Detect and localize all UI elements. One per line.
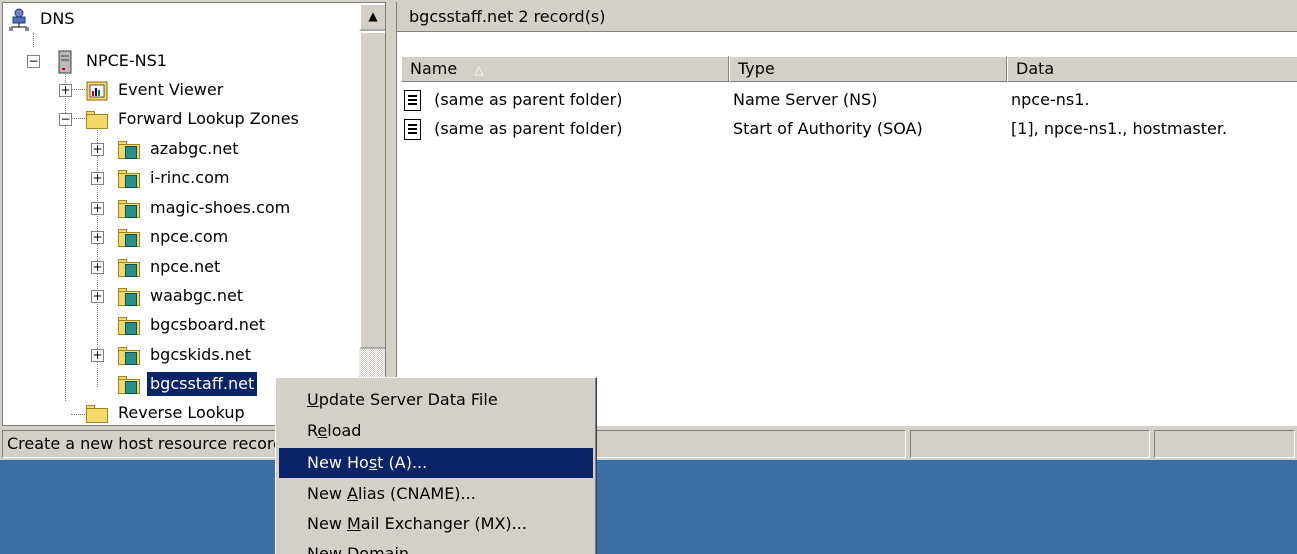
record-name: (same as parent folder) xyxy=(434,119,623,138)
tree-item-label: Event Viewer xyxy=(118,80,224,99)
zone-icon xyxy=(117,285,141,307)
expand-zone-button[interactable]: + xyxy=(91,143,104,156)
tree-item-zone[interactable]: npce.com xyxy=(117,223,231,251)
folder-icon xyxy=(85,402,109,424)
column-header-label: Type xyxy=(738,59,775,78)
tree-item-zone[interactable]: i-rinc.com xyxy=(117,164,232,192)
server-icon xyxy=(53,50,77,74)
tree-item-label: bgcsboard.net xyxy=(150,315,265,334)
record-data: [1], npce-ns1., hostmaster. xyxy=(1011,119,1228,138)
tree-item-reverse-lookup-zones[interactable]: Reverse Lookup xyxy=(85,399,248,425)
list-item[interactable]: (same as parent folder) Start of Authori… xyxy=(403,115,1293,143)
tree-item-label: bgcskids.net xyxy=(150,345,251,364)
tree-item-label: bgcsstaff.net xyxy=(145,371,259,397)
menu-item-new-host[interactable]: New Host (A)... xyxy=(279,448,593,478)
column-header-label: Name xyxy=(410,59,458,78)
console-tree[interactable]: DNS − NPCE-NS1 + Event Viewer − Forward … xyxy=(2,2,386,426)
column-header-type[interactable]: Type xyxy=(729,56,1007,82)
context-menu: Update Server Data File Reload New Host … xyxy=(275,377,597,554)
expand-zone-button[interactable]: + xyxy=(91,202,104,215)
menu-item-new-mail-exchanger[interactable]: New Mail Exchanger (MX)... xyxy=(279,509,593,539)
tree-item-label: NPCE-NS1 xyxy=(86,51,167,70)
expand-zone-button[interactable]: + xyxy=(91,172,104,185)
tree-item-zone[interactable]: npce.net xyxy=(117,253,223,281)
status-panel xyxy=(1154,430,1295,458)
zone-icon xyxy=(117,167,141,189)
tree-item-label: Reverse Lookup xyxy=(118,403,245,422)
dns-icon xyxy=(7,8,31,31)
column-header-label: Data xyxy=(1016,59,1055,78)
scroll-thumb[interactable] xyxy=(359,31,385,349)
tree-item-label: DNS xyxy=(40,9,75,28)
status-bar: Create a new host resource record. xyxy=(0,428,1297,460)
expand-zone-button[interactable]: + xyxy=(91,231,104,244)
dns-manager-window: DNS − NPCE-NS1 + Event Viewer − Forward … xyxy=(0,0,1297,460)
collapse-forward-zones-button[interactable]: − xyxy=(59,113,72,126)
zone-icon xyxy=(117,314,141,336)
sort-ascending-icon: △ xyxy=(474,63,484,77)
tree-item-label: i-rinc.com xyxy=(150,168,230,187)
column-header-data[interactable]: Data xyxy=(1007,56,1297,82)
tree-item-label: Forward Lookup Zones xyxy=(118,109,299,128)
folder-icon xyxy=(85,108,109,130)
expand-event-viewer-button[interactable]: + xyxy=(59,84,72,97)
column-header-name[interactable]: Name △ xyxy=(401,56,729,82)
details-pane: bgcsstaff.net 2 record(s) Name △ Type Da… xyxy=(396,2,1297,426)
tree-item-zone[interactable]: waabgc.net xyxy=(117,282,246,310)
scroll-up-button[interactable]: ▲ xyxy=(359,3,385,31)
tree-item-forward-lookup-zones[interactable]: Forward Lookup Zones xyxy=(85,105,302,133)
menu-item-update-server-data-file[interactable]: Update Server Data File xyxy=(279,385,593,415)
tree-item-zone[interactable]: azabgc.net xyxy=(117,135,241,163)
expand-zone-button[interactable]: + xyxy=(91,261,104,274)
zone-icon xyxy=(117,256,141,278)
record-name: (same as parent folder) xyxy=(434,90,623,109)
menu-item-new-domain[interactable]: New Domain xyxy=(279,539,593,554)
tree-item-label: npce.net xyxy=(150,257,221,276)
record-data: npce-ns1. xyxy=(1011,90,1090,109)
zone-icon xyxy=(117,344,141,366)
zone-icon xyxy=(117,138,141,160)
tree-item-label: waabgc.net xyxy=(150,286,244,305)
collapse-server-button[interactable]: − xyxy=(27,55,40,68)
tree-item-label: magic-shoes.com xyxy=(150,198,291,217)
status-panel xyxy=(910,430,1150,458)
tree-item-label: npce.com xyxy=(150,227,229,246)
tree-item-zone[interactable]: magic-shoes.com xyxy=(117,194,293,222)
expand-zone-button[interactable]: + xyxy=(91,349,104,362)
tree-item-dns[interactable]: DNS xyxy=(7,5,77,33)
tree-item-zone[interactable]: bgcskids.net xyxy=(117,341,254,369)
record-type: Start of Authority (SOA) xyxy=(733,119,923,138)
tree-item-zone[interactable]: bgcsboard.net xyxy=(117,311,268,339)
record-icon xyxy=(403,89,423,113)
details-header: bgcsstaff.net 2 record(s) xyxy=(397,2,1297,32)
zone-icon xyxy=(117,226,141,248)
event-viewer-icon xyxy=(85,79,109,101)
record-icon xyxy=(403,118,423,142)
menu-item-reload[interactable]: Reload xyxy=(279,416,593,446)
zone-icon xyxy=(117,373,141,395)
tree-item-server[interactable]: NPCE-NS1 xyxy=(53,47,170,75)
record-type: Name Server (NS) xyxy=(733,90,878,109)
tree-item-label: azabgc.net xyxy=(150,139,239,158)
expand-zone-button[interactable]: + xyxy=(91,290,104,303)
tree-item-zone-selected[interactable]: bgcsstaff.net xyxy=(117,370,259,398)
zone-icon xyxy=(117,197,141,219)
list-item[interactable]: (same as parent folder) Name Server (NS)… xyxy=(403,86,1293,114)
tree-item-event-viewer[interactable]: Event Viewer xyxy=(85,76,226,104)
tree-vertical-scrollbar[interactable]: ▲ xyxy=(359,3,385,425)
menu-item-new-alias[interactable]: New Alias (CNAME)... xyxy=(279,479,593,509)
